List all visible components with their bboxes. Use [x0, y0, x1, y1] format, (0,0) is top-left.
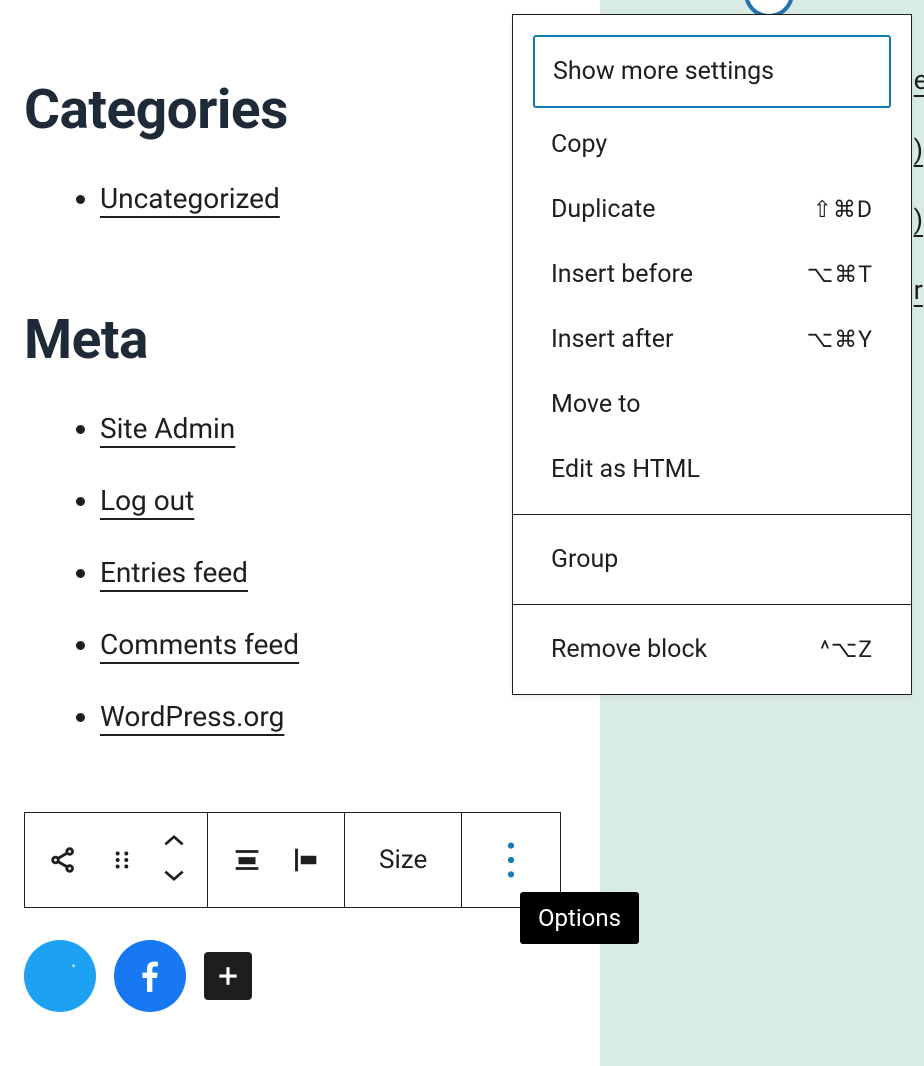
partial-link[interactable]: ) [914, 134, 924, 166]
toolbar-group-align [208, 813, 345, 907]
toolbar-group-block [25, 813, 208, 907]
block-toolbar: Size [24, 812, 561, 908]
menu-item-label: Group [551, 545, 618, 574]
block-type-button[interactable] [35, 831, 93, 889]
toolbar-group-size: Size [345, 813, 462, 907]
menu-group: Group [513, 515, 911, 605]
justify-button[interactable] [218, 831, 276, 889]
options-button[interactable] [472, 831, 550, 889]
meta-link[interactable]: Entries feed [100, 556, 248, 589]
size-label: Size [379, 845, 427, 875]
social-icons-block [24, 940, 252, 1012]
list-item: WordPress.org [100, 696, 584, 738]
partial-links: e ) ) r [914, 64, 924, 306]
meta-link[interactable]: Site Admin [100, 412, 235, 445]
category-link[interactable]: Uncategorized [100, 182, 280, 215]
menu-item-edit-as-html[interactable]: Edit as HTML [513, 437, 911, 502]
menu-item-shortcut: ⇧⌘D [813, 196, 873, 223]
menu-group: Show more settings Copy Duplicate ⇧⌘D In… [513, 15, 911, 515]
menu-item-label: Show more settings [553, 57, 774, 86]
size-button[interactable]: Size [355, 845, 451, 875]
menu-item-show-more-settings[interactable]: Show more settings [533, 35, 891, 108]
menu-item-move-to[interactable]: Move to [513, 372, 911, 437]
menu-item-label: Copy [551, 130, 607, 159]
sidebar-widgets: Categories Uncategorized Meta Site Admin… [24, 78, 584, 768]
menu-item-label: Insert before [551, 260, 693, 289]
partial-link[interactable]: r [914, 274, 924, 306]
menu-item-label: Remove block [551, 635, 707, 664]
menu-item-label: Duplicate [551, 195, 656, 224]
add-social-button[interactable] [204, 952, 252, 1000]
meta-link[interactable]: Log out [100, 484, 194, 517]
chevron-down-icon [161, 868, 187, 884]
menu-group: Remove block ^⌥Z [513, 605, 911, 694]
block-mover [151, 824, 197, 896]
menu-item-insert-before[interactable]: Insert before ⌥⌘T [513, 242, 911, 307]
meta-link[interactable]: WordPress.org [100, 700, 284, 733]
menu-item-duplicate[interactable]: Duplicate ⇧⌘D [513, 177, 911, 242]
menu-item-shortcut: ⌥⌘Y [807, 326, 873, 353]
block-options-menu: Show more settings Copy Duplicate ⇧⌘D In… [512, 14, 912, 695]
move-up-button[interactable] [161, 832, 187, 852]
share-icon [47, 843, 81, 877]
align-button[interactable] [276, 831, 334, 889]
more-vertical-icon [507, 842, 515, 878]
meta-heading: Meta [24, 308, 584, 372]
menu-item-insert-after[interactable]: Insert after ⌥⌘Y [513, 307, 911, 372]
options-tooltip: Options [520, 892, 639, 944]
partial-link[interactable]: ) [914, 204, 924, 236]
twitter-icon [41, 957, 79, 995]
menu-item-copy[interactable]: Copy [513, 112, 911, 177]
move-down-button[interactable] [161, 868, 187, 888]
plus-icon [213, 961, 243, 991]
twitter-button[interactable] [24, 940, 96, 1012]
facebook-icon [131, 957, 169, 995]
meta-link[interactable]: Comments feed [100, 628, 299, 661]
drag-handle[interactable] [93, 831, 151, 889]
meta-list: Site Admin Log out Entries feed Comments… [24, 408, 584, 738]
align-left-icon [288, 843, 322, 877]
menu-item-label: Edit as HTML [551, 455, 700, 484]
menu-item-label: Insert after [551, 325, 673, 354]
facebook-button[interactable] [114, 940, 186, 1012]
chevron-up-icon [161, 832, 187, 848]
drag-icon [109, 847, 135, 873]
menu-item-remove-block[interactable]: Remove block ^⌥Z [513, 617, 911, 682]
menu-item-shortcut: ⌥⌘T [807, 261, 873, 288]
categories-list: Uncategorized [24, 178, 584, 220]
menu-item-shortcut: ^⌥Z [820, 636, 873, 663]
menu-item-label: Move to [551, 390, 641, 419]
partial-link[interactable]: e [914, 64, 924, 96]
categories-heading: Categories [24, 78, 584, 142]
justify-icon [230, 843, 264, 877]
menu-item-group[interactable]: Group [513, 527, 911, 592]
